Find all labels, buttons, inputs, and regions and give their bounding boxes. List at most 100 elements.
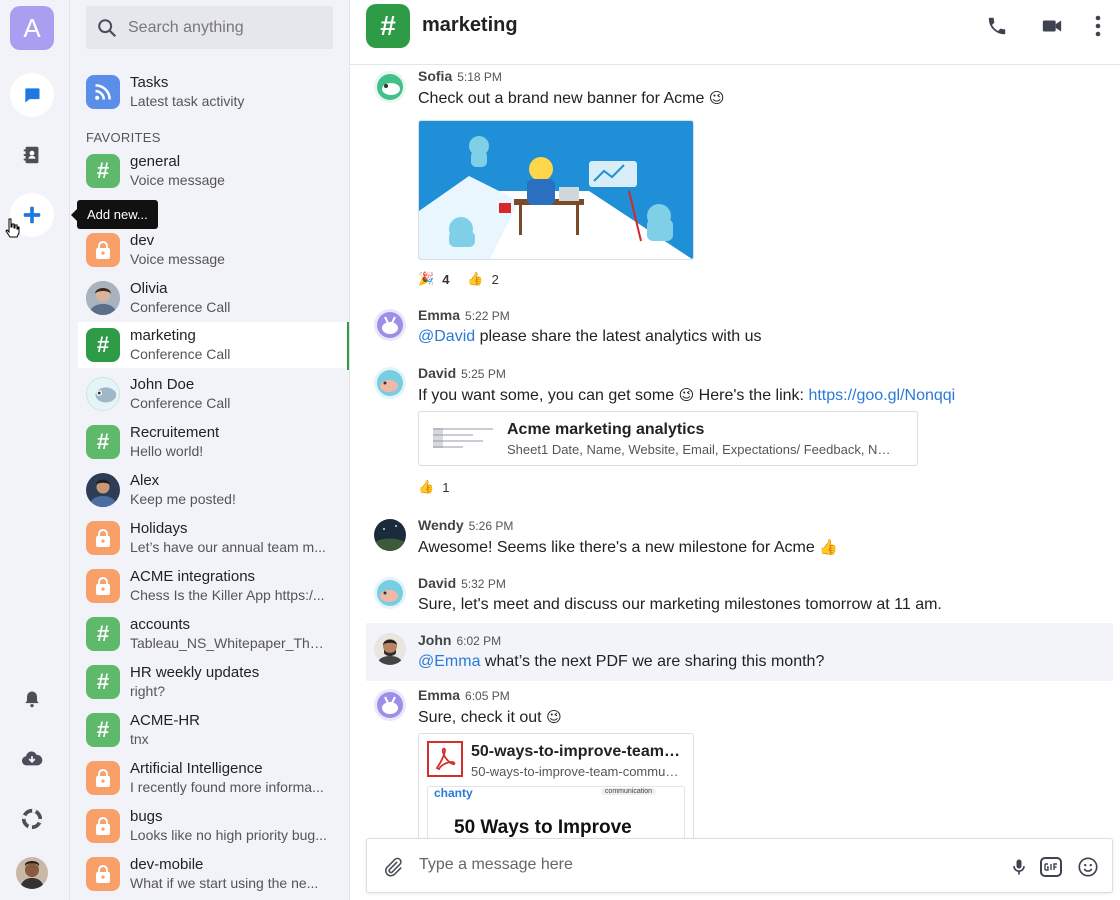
link-preview-card[interactable]: Acme marketing analytics Sheet1 Date, Na… [418,411,918,466]
sidebar-item-title: Tasks [130,74,169,91]
pdf-filename: 50-ways-to-improve-team-communication.pd… [471,764,685,779]
search-input[interactable] [128,18,318,37]
notifications-button[interactable] [10,677,54,721]
voice-message-button[interactable] [1007,855,1031,879]
help-button[interactable] [10,797,54,841]
avatar [374,577,406,609]
message-time: 5:25 PM [461,367,506,381]
sidebar-item-subtitle: Voice message [130,251,225,267]
sidebar-item-holidays[interactable]: Holidays Let’s have our annual team m... [78,515,349,561]
sidebar-item-marketing[interactable]: # marketing Conference Call [78,322,349,370]
message-time: 6:05 PM [465,689,510,703]
call-button[interactable] [985,14,1009,38]
hand-cursor-icon [5,218,20,238]
reaction-count: 1 [442,479,450,495]
sidebar-item-recruitement[interactable]: # Recruitement Hello world! [78,419,349,465]
favorites-label: FAVORITES [86,130,161,145]
user-avatar[interactable] [16,857,48,889]
sidebar-item-subtitle: Looks like no high priority bug... [130,827,327,843]
reaction-count: 2 [491,271,499,287]
sidebar-item-acme-hr[interactable]: # ACME-HR tnx [78,707,349,753]
message-text: Sure, check it out 😉 [418,709,562,726]
message-time: 5:22 PM [465,309,510,323]
pdf-icon [427,741,463,777]
message-link[interactable]: https://goo.gl/Nonqqi [808,387,955,404]
message: David 5:32 PM Sure, let's meet and discus… [366,573,1113,623]
rss-icon [86,75,120,109]
lock-icon [86,761,120,795]
message: Emma 6:05 PM Sure, check it out 😉 50-ways… [366,685,1113,838]
sidebar-item-title: Artificial Intelligence [130,760,263,777]
add-new-tooltip: Add new... [71,200,158,229]
chats-button[interactable] [10,73,54,117]
sidebar-item-artificial-intelligence[interactable]: Artificial Intelligence I recently found … [78,755,349,801]
reactions-bar: 👍 1 [418,479,467,495]
sidebar-item-tasks[interactable]: Tasks Latest task activity [78,69,349,115]
sidebar-item-subtitle: Latest task activity [130,93,245,109]
download-button[interactable] [10,737,54,781]
hash-icon: # [86,665,120,699]
sidebar-item-title: marketing [130,327,196,344]
message-list: Sofia 5:18 PM Check out a brand new banne… [350,65,1120,838]
sidebar-item-alex[interactable]: Alex Keep me posted! [78,467,349,513]
message-input[interactable] [419,856,979,874]
message-time: 5:32 PM [461,577,506,591]
thumbs-up-emoji-icon[interactable]: 👍 [418,479,434,495]
sidebar-item-john-doe[interactable]: John Doe Conference Call [78,371,349,417]
message-text: Awesome! Seems like there's a new milest… [418,539,838,556]
party-emoji-icon[interactable]: 🎉 [418,271,434,287]
pdf-attachment-card[interactable]: 50-ways-to-improve-team-communication 50… [418,733,694,838]
channel-sidebar: Tasks Latest task activity FAVORITES # g… [70,0,350,900]
link-card-subtitle: Sheet1 Date, Name, Website, Email, Expec… [507,442,897,457]
sidebar-item-dev[interactable]: dev Voice message [78,227,349,273]
attach-button[interactable] [381,855,405,879]
sidebar-item-title: dev [130,232,155,249]
sidebar-item-accounts[interactable]: # accounts Tableau_NS_Whitepaper_The_... [78,611,349,657]
message-text: @Emma what’s the next PDF we are sharing… [418,653,825,670]
message-time: 5:26 PM [468,519,514,533]
sidebar-item-hr-weekly-updates[interactable]: # HR weekly updates right? [78,659,349,705]
sidebar-item-title: general [130,153,181,170]
pdf-preview-tag: communication [600,788,656,795]
sidebar-item-subtitle: Conference Call [130,395,231,411]
emoji-button[interactable] [1076,855,1100,879]
avatar [86,281,120,315]
wink-emoji-icon: 😉 [678,387,695,404]
message-author: David 5:32 PM [418,575,506,591]
thumbs-up-emoji-icon[interactable]: 👍 [467,271,483,287]
wink-emoji-icon: 😉 [708,90,725,107]
sidebar-item-acme-integrations[interactable]: ACME integrations Chess Is the Killer App… [78,563,349,609]
contacts-icon [23,146,39,164]
wink-emoji-icon: 😉 [546,709,562,726]
sidebar-item-dev-mobile[interactable]: dev-mobile What if we start using the ne.… [78,851,349,897]
hash-icon: # [86,425,120,459]
lock-icon [86,857,120,891]
gif-button[interactable] [1039,855,1063,879]
sidebar-item-title: John Doe [130,376,195,393]
hash-icon: # [86,328,120,362]
more-vertical-icon [1095,15,1101,37]
search-box[interactable] [86,6,333,49]
contacts-button[interactable] [10,133,54,177]
mention-link[interactable]: @David [418,328,475,345]
avatar [374,633,406,665]
sidebar-item-subtitle: Tableau_NS_Whitepaper_The_... [130,635,330,651]
sidebar-item-subtitle: Let’s have our annual team m... [130,539,326,555]
sidebar-item-olivia[interactable]: Olivia Conference Call [78,275,349,321]
mention-link[interactable]: @Emma [418,653,480,670]
sidebar-item-subtitle: Conference Call [130,346,231,362]
sidebar-item-subtitle: right? [130,683,166,699]
sidebar-item-subtitle: Conference Call [130,299,231,315]
banner-image[interactable] [418,120,694,260]
sidebar-item-subtitle: Hello world! [130,443,204,459]
phone-icon [988,17,1006,35]
sidebar-item-general[interactable]: # general Voice message [78,148,349,194]
pdf-preview: chanty communication 50 Ways to Improve [427,786,685,838]
message-text: If you want some, you can get some 😉 Her… [418,387,956,404]
sidebar-item-title: HR weekly updates [130,664,260,681]
sidebar-item-subtitle: Keep me posted! [130,491,236,507]
more-options-button[interactable] [1086,14,1110,38]
video-call-button[interactable] [1040,14,1064,38]
sidebar-item-bugs[interactable]: bugs Looks like no high priority bug... [78,803,349,849]
workspace-avatar[interactable]: A [10,6,54,50]
